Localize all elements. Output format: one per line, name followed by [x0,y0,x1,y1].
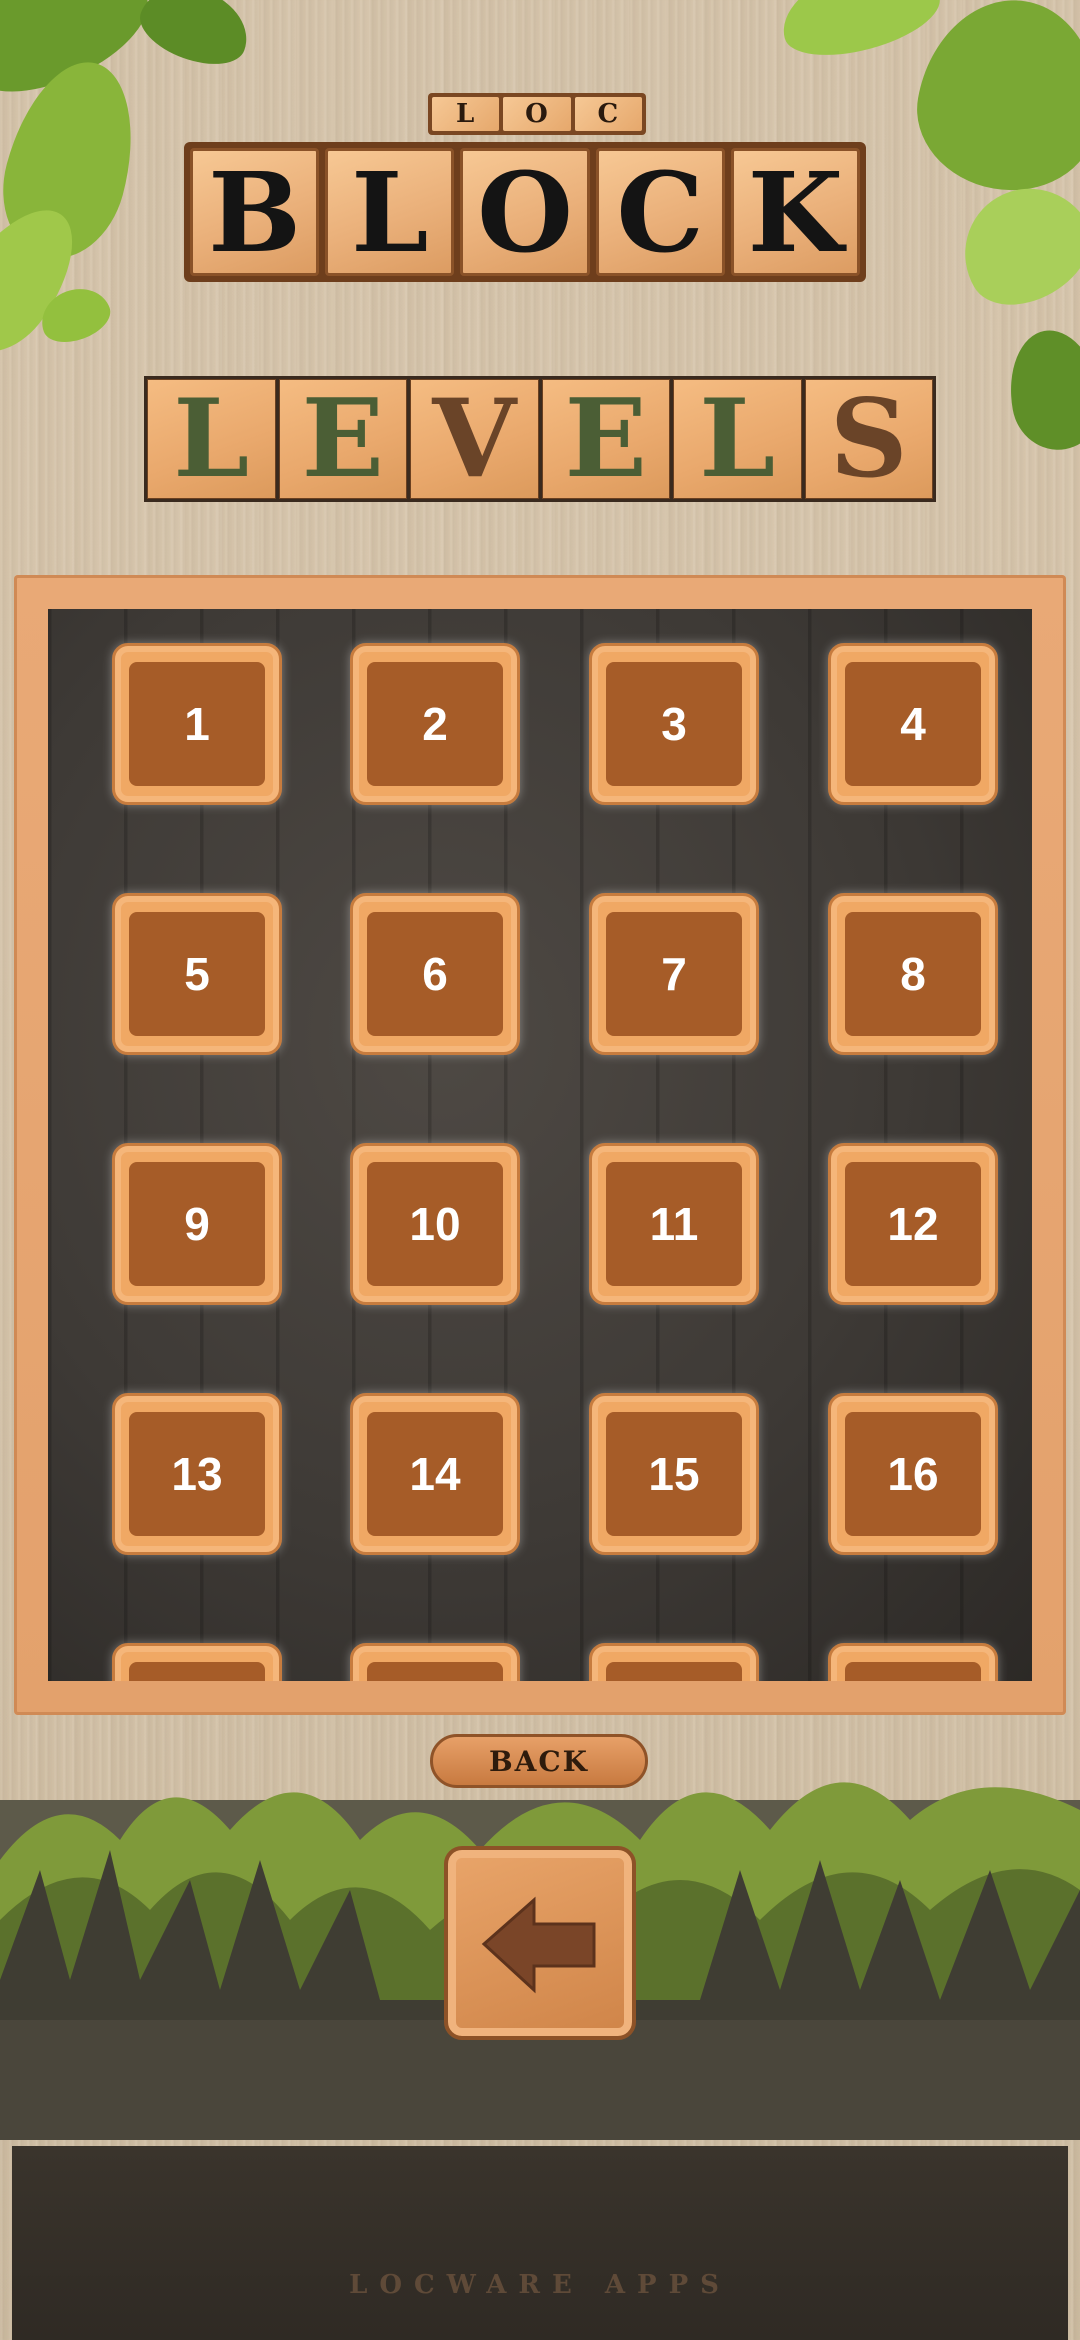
level-button-15[interactable]: 15 [589,1393,759,1555]
logo-small-word: L O C [428,93,646,135]
footer-bar [12,2146,1068,2340]
back-button[interactable] [444,1846,636,2040]
level-number: 12 [845,1162,981,1286]
level-number: 15 [606,1412,742,1536]
level-button-partial[interactable] [589,1643,759,1681]
title-letter: L [147,376,276,502]
level-button-11[interactable]: 11 [589,1143,759,1305]
level-number: 16 [845,1412,981,1536]
level-button-1[interactable]: 1 [112,643,282,805]
level-button-14[interactable]: 14 [350,1393,520,1555]
level-number: 10 [367,1162,503,1286]
level-number: 8 [845,912,981,1036]
logo-big-letter: K [730,148,861,277]
level-number: 13 [129,1412,265,1536]
title-letter: V [410,376,539,502]
title-letter: E [541,376,670,502]
level-button-4[interactable]: 4 [828,643,998,805]
level-number: 7 [606,912,742,1036]
level-button-partial[interactable] [828,1643,998,1681]
level-button-16[interactable]: 16 [828,1393,998,1555]
level-number: 2 [367,662,503,786]
level-button-6[interactable]: 6 [350,893,520,1055]
level-button-9[interactable]: 9 [112,1143,282,1305]
level-number: 9 [129,1162,265,1286]
back-label-button[interactable]: BACK [430,1734,648,1788]
level-grid[interactable]: 1 2 3 4 5 6 7 8 9 10 11 12 13 14 15 16 [48,609,1032,1681]
level-button-10[interactable]: 10 [350,1143,520,1305]
logo-big-word: B L O C K [184,142,866,282]
page-title: L E V E L S [144,376,936,502]
level-button-2[interactable]: 2 [350,643,520,805]
level-number: 11 [606,1162,742,1286]
logo-big-letter: C [595,148,725,277]
logo-small-letter: L [432,97,500,131]
footer-brand: LOCWARE APPS [349,2270,731,2300]
level-button-3[interactable]: 3 [589,643,759,805]
level-button-partial[interactable] [112,1643,282,1681]
level-number: 6 [367,912,503,1036]
level-number: 4 [845,662,981,786]
level-button-13[interactable]: 13 [112,1393,282,1555]
logo-small-letter: C [574,97,642,131]
level-button-5[interactable]: 5 [112,893,282,1055]
logo-big-letter: O [460,148,590,277]
title-letter: L [673,376,802,502]
level-button-partial[interactable] [350,1643,520,1681]
title-letter: E [278,376,407,502]
level-number: 1 [129,662,265,786]
left-arrow-icon [481,1896,596,1994]
level-number: 14 [367,1412,503,1536]
level-button-12[interactable]: 12 [828,1143,998,1305]
logo-big-letter: L [325,148,455,277]
level-number: 3 [606,662,742,786]
level-number: 5 [129,912,265,1036]
level-button-8[interactable]: 8 [828,893,998,1055]
title-letter: S [804,376,933,502]
logo-big-letter: B [190,148,320,277]
logo-small-letter: O [503,97,571,131]
level-button-7[interactable]: 7 [589,893,759,1055]
